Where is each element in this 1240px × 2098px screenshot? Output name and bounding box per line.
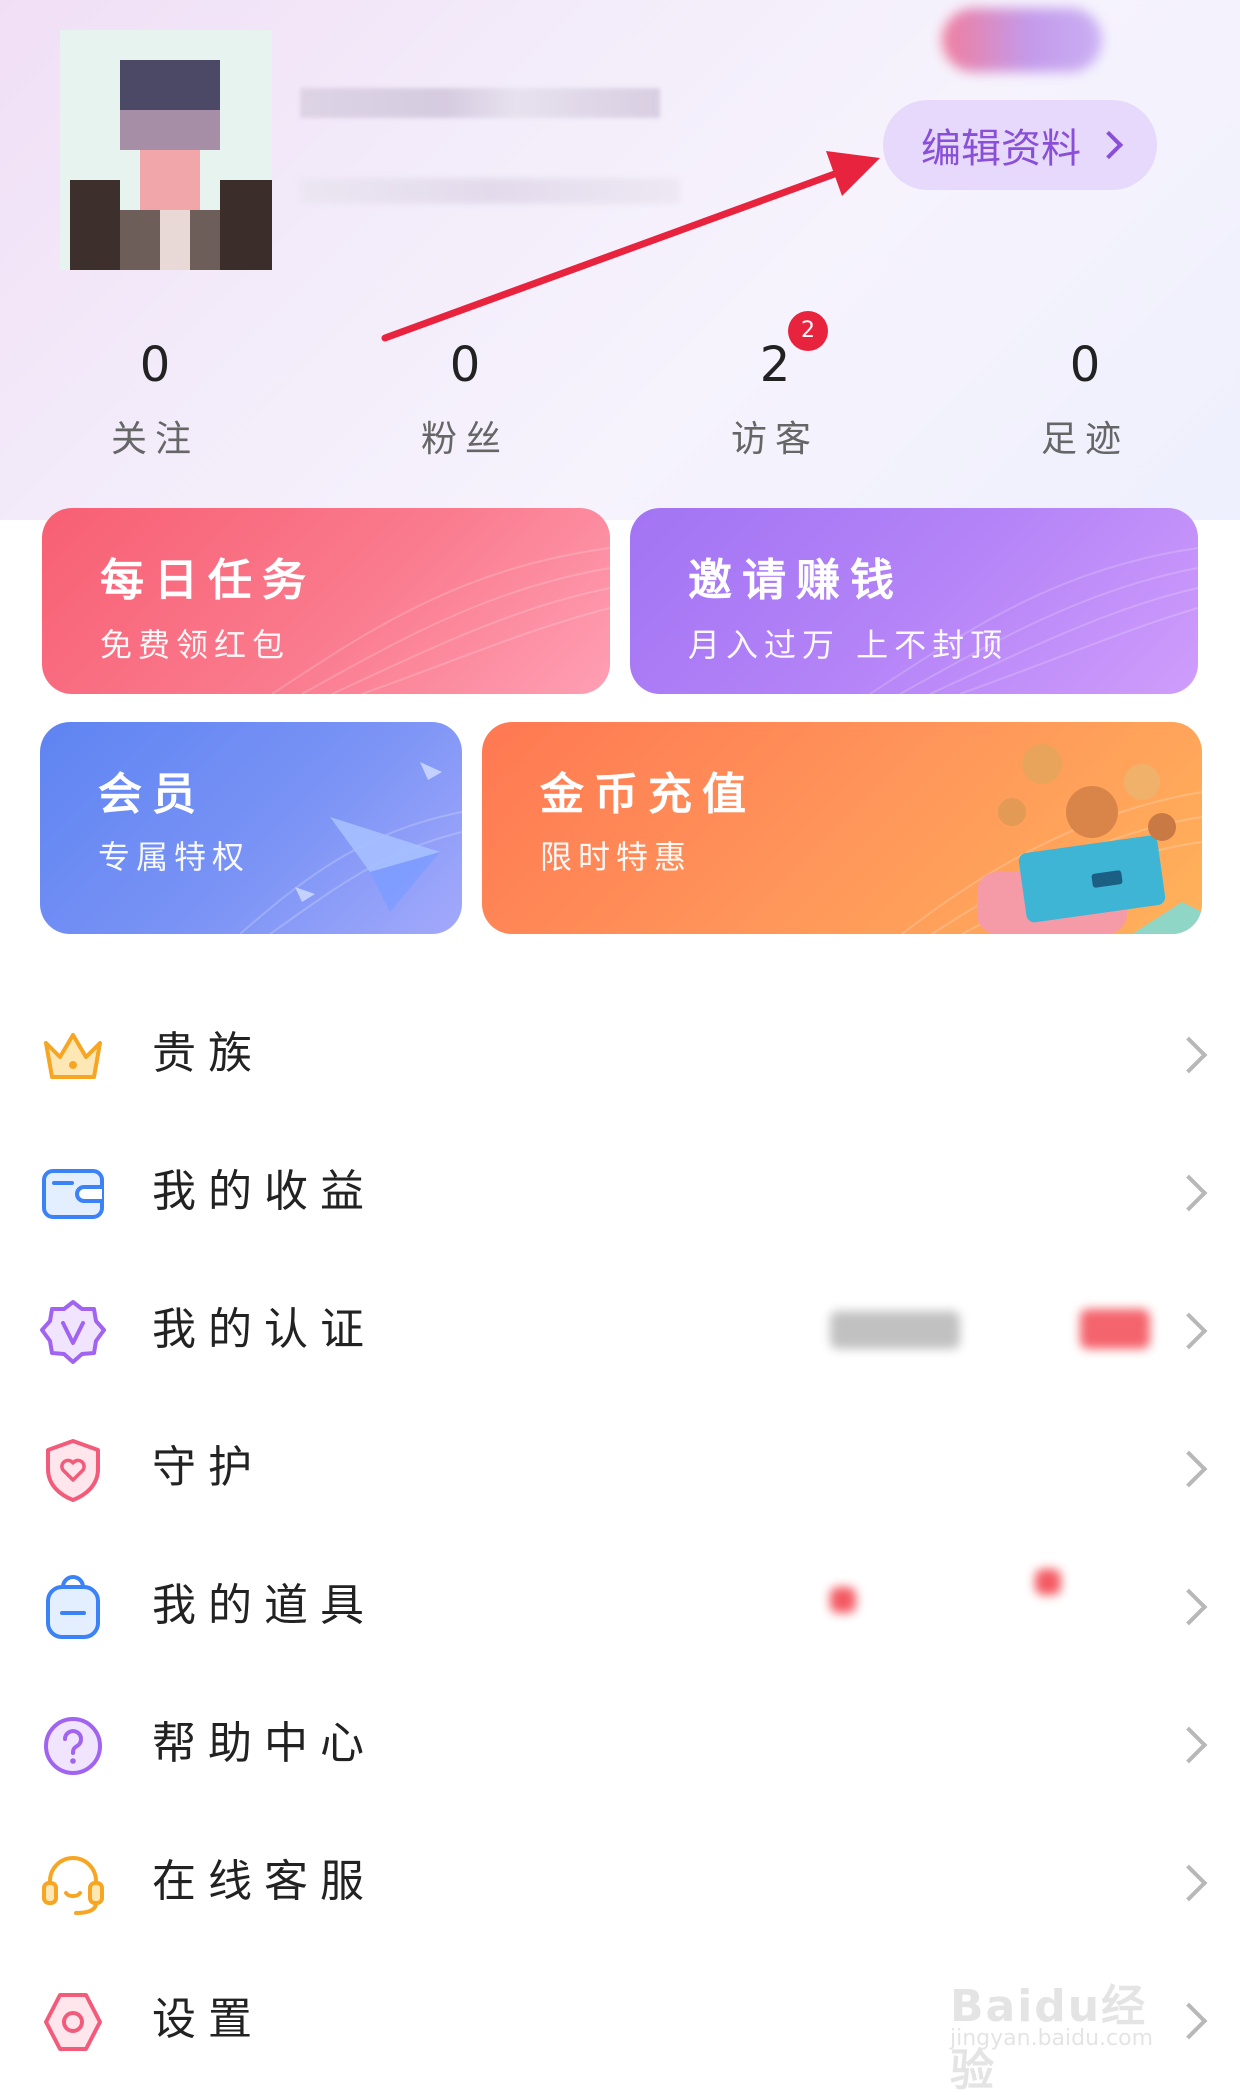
shield-heart-icon bbox=[46, 1439, 100, 1502]
chevron-right-icon bbox=[1170, 1726, 1208, 1764]
menu-item-online-service[interactable]: 在线客服 bbox=[0, 1813, 1240, 1951]
card-subtitle: 专属特权 bbox=[98, 838, 251, 876]
coins-hand-icon bbox=[901, 744, 1202, 934]
stat-following[interactable]: 0 关注 bbox=[55, 330, 255, 462]
chevron-right-icon bbox=[1170, 1588, 1208, 1626]
menu-item-earnings[interactable]: 我的收益 bbox=[0, 1123, 1240, 1261]
menu-item-label: 守护 bbox=[152, 1442, 264, 1493]
menu-item-label: 设置 bbox=[152, 1994, 264, 2045]
card-subtitle: 免费领红包 bbox=[100, 626, 291, 664]
card-subtitle: 月入过万 上不封顶 bbox=[688, 626, 1009, 664]
help-icon bbox=[44, 1717, 102, 1775]
backpack-icon bbox=[46, 1575, 100, 1639]
card-title: 会员 bbox=[98, 769, 206, 820]
watermark-url: jingyan.baidu.com bbox=[950, 2026, 1154, 2051]
chevron-right-icon bbox=[1170, 1864, 1208, 1902]
chevron-right-icon bbox=[1170, 1312, 1208, 1350]
chevron-right-icon bbox=[1170, 1036, 1208, 1074]
stat-label: 粉丝 bbox=[420, 419, 509, 460]
wallet-icon bbox=[42, 1169, 104, 1219]
card-title: 金币充值 bbox=[540, 769, 756, 820]
props-dot-blurred bbox=[830, 1587, 856, 1613]
card-title: 每日任务 bbox=[100, 555, 316, 606]
stat-label: 足迹 bbox=[1040, 419, 1129, 460]
stat-fans[interactable]: 0 粉丝 bbox=[365, 330, 565, 462]
menu-item-props[interactable]: 我的道具 bbox=[0, 1537, 1240, 1675]
invite-card[interactable]: 邀请赚钱 月入过万 上不封顶 bbox=[630, 508, 1198, 694]
card-subtitle: 限时特惠 bbox=[540, 838, 693, 876]
daily-task-card[interactable]: 每日任务 免费领红包 bbox=[42, 508, 610, 694]
verified-badge-icon bbox=[40, 1300, 106, 1364]
visitors-badge: 2 bbox=[788, 311, 828, 351]
stat-visitors[interactable]: 2 访客 bbox=[675, 330, 875, 462]
verification-badge-blurred bbox=[1080, 1309, 1150, 1349]
menu-item-label: 我的收益 bbox=[152, 1166, 376, 1217]
menu-item-label: 贵族 bbox=[152, 1028, 264, 1079]
stats-bar: 0 关注 0 粉丝 2 访客 0 足迹 bbox=[0, 330, 1240, 480]
chevron-right-icon bbox=[1170, 1174, 1208, 1212]
paper-plane-icon bbox=[239, 762, 462, 934]
chevron-right-icon bbox=[1170, 1450, 1208, 1488]
crown-icon bbox=[44, 1033, 102, 1079]
menu-item-verification[interactable]: 我的认证 bbox=[0, 1261, 1240, 1399]
menu-item-label: 我的认证 bbox=[152, 1304, 376, 1355]
verification-status-blurred bbox=[830, 1311, 960, 1349]
menu-item-label: 在线客服 bbox=[152, 1856, 376, 1907]
stat-value: 0 bbox=[1069, 337, 1101, 393]
stat-value: 0 bbox=[449, 337, 481, 393]
menu-item-label: 我的道具 bbox=[152, 1580, 376, 1631]
stat-value: 2 bbox=[759, 337, 791, 393]
menu-item-label: 帮助中心 bbox=[152, 1718, 376, 1769]
stat-label: 关注 bbox=[110, 419, 199, 460]
coin-recharge-card[interactable]: 金币充值 限时特惠 bbox=[482, 722, 1202, 934]
menu-item-help-center[interactable]: 帮助中心 bbox=[0, 1675, 1240, 1813]
stat-value: 0 bbox=[139, 337, 171, 393]
vip-card[interactable]: 会员 专属特权 bbox=[40, 722, 462, 934]
menu-item-nobility[interactable]: 贵族 bbox=[0, 985, 1240, 1123]
card-title: 邀请赚钱 bbox=[688, 555, 904, 606]
baidu-watermark: Baidu经验 jingyan.baidu.com bbox=[950, 1960, 1190, 2096]
headset-icon bbox=[42, 1856, 104, 1915]
stat-label: 访客 bbox=[730, 419, 819, 460]
props-dot-blurred bbox=[1035, 1569, 1061, 1595]
stat-footprints[interactable]: 0 足迹 bbox=[985, 330, 1185, 462]
menu-item-guard[interactable]: 守护 bbox=[0, 1399, 1240, 1537]
settings-icon bbox=[44, 1993, 102, 2051]
